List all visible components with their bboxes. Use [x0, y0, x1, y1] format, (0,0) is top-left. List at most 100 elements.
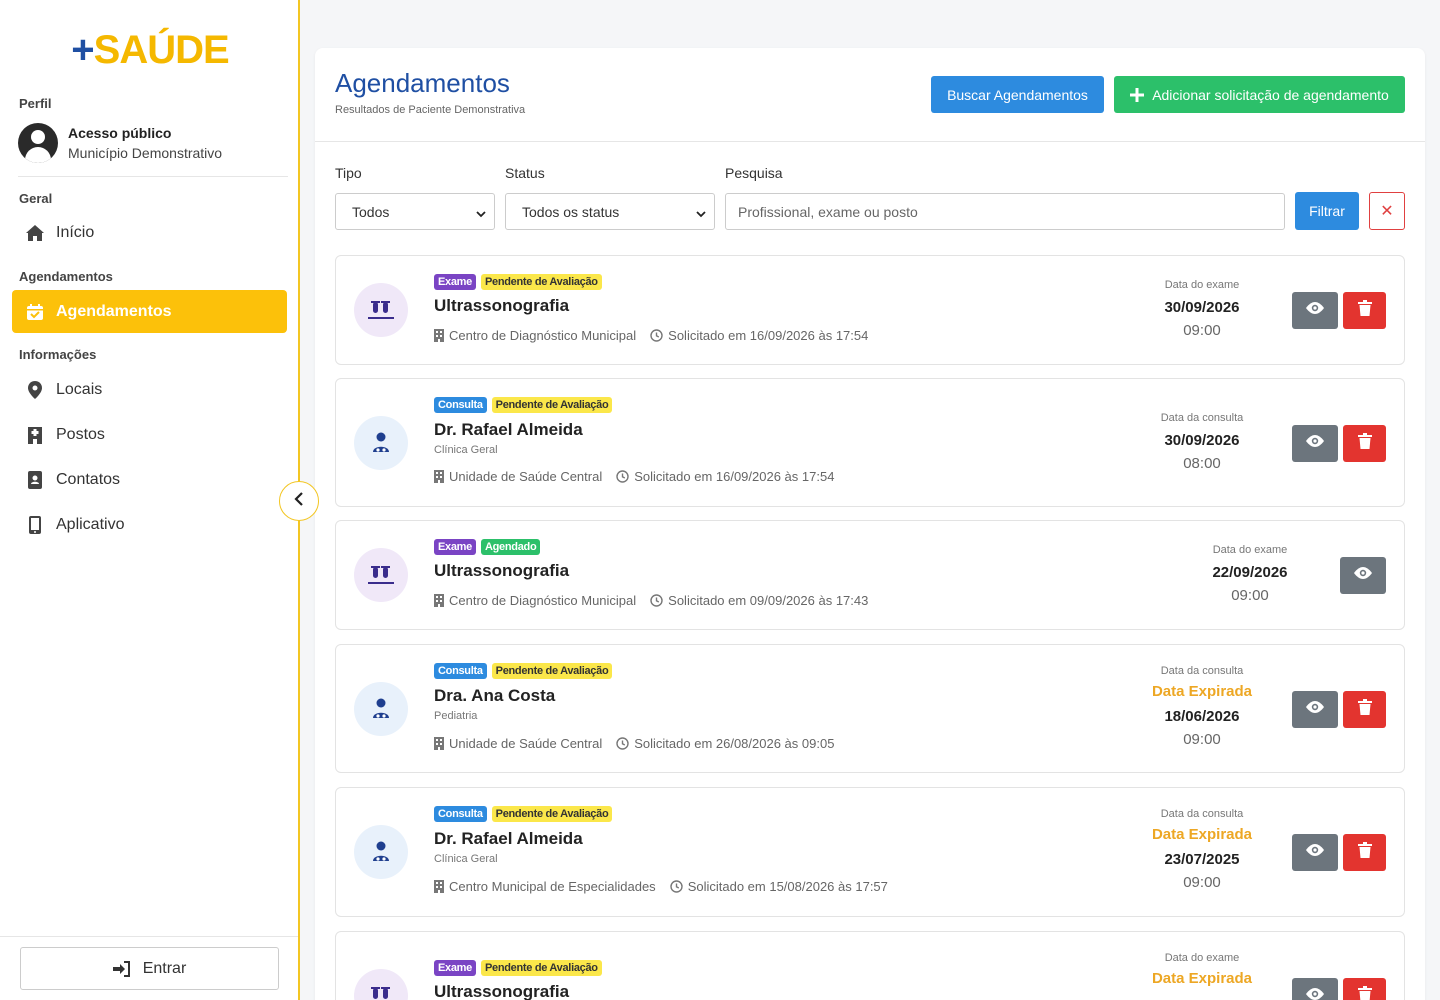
date-label: Data do exame: [1164, 279, 1240, 291]
badges: Exame Agendado: [434, 539, 541, 555]
sidebar-item-contatos[interactable]: Contatos: [12, 458, 287, 501]
appointment-row[interactable]: Consulta Pendente de Avaliação Dr. Rafae…: [335, 787, 1405, 917]
avatar: [18, 123, 58, 163]
type-badge: Consulta: [434, 397, 487, 413]
sidebar-item-inicio[interactable]: Início: [12, 211, 287, 254]
badges: Exame Pendente de Avaliação: [434, 960, 602, 976]
date-label: Data do exame: [1212, 544, 1288, 556]
sidebar-item-label: Agendamentos: [56, 302, 172, 320]
login-button[interactable]: Entrar: [20, 947, 279, 990]
appointment-time: 09:00: [1231, 587, 1269, 604]
appointment-row[interactable]: Exame Pendente de Avaliação Ultrassonogr…: [335, 255, 1405, 365]
eye-icon: [1305, 700, 1325, 719]
trash-icon: [1357, 699, 1372, 720]
appointment-date: 30/09/2026: [1164, 299, 1240, 316]
sign-in-icon: [112, 960, 131, 977]
appointment-requested: Solicitado em 15/08/2026 às 17:57: [687, 879, 888, 894]
clear-filters-button[interactable]: ✕: [1369, 192, 1405, 230]
appointment-time: 09:00: [1183, 874, 1221, 891]
sidebar: +SAÚDE Perfil Acesso público Município D…: [0, 0, 300, 1000]
type-badge: Consulta: [434, 806, 487, 822]
delete-button[interactable]: [1343, 691, 1386, 728]
filter-button[interactable]: Filtrar: [1295, 192, 1359, 230]
appointment-date: 22/09/2026: [1212, 564, 1288, 581]
date-label: Data do exame: [1164, 952, 1240, 964]
page-subtitle: Resultados de Paciente Demonstrativa: [335, 104, 526, 116]
delete-button[interactable]: [1343, 425, 1386, 462]
logo-word: SAÚDE: [93, 28, 230, 72]
appointment-row[interactable]: Consulta Pendente de Avaliação Dr. Rafae…: [335, 378, 1405, 507]
delete-button[interactable]: [1343, 834, 1386, 871]
building-icon: [434, 470, 444, 483]
search-placeholder: Profissional, exame ou posto: [738, 203, 918, 220]
view-button[interactable]: [1292, 425, 1338, 462]
type-badge: Consulta: [434, 663, 487, 679]
status-select[interactable]: Todos os status: [505, 193, 715, 230]
appointment-specialty: Clínica Geral: [434, 853, 498, 865]
building-icon: [434, 737, 444, 750]
appointment-specialty: Clínica Geral: [434, 444, 498, 456]
app-logo[interactable]: +SAÚDE: [0, 28, 300, 73]
expired-label: Data Expirada: [1151, 826, 1253, 843]
appointment-location: Unidade de Saúde Central: [449, 736, 603, 751]
sidebar-divider: [0, 936, 298, 937]
date-label: Data da consulta: [1160, 665, 1244, 677]
status-badge: Pendente de Avaliação: [480, 960, 602, 976]
sidebar-collapse-button[interactable]: [279, 481, 319, 521]
appointment-title: Dr. Rafael Almeida: [434, 420, 583, 439]
appointment-location: Unidade de Saúde Central: [449, 469, 603, 484]
search-appointments-button[interactable]: Buscar Agendamentos: [931, 76, 1104, 113]
trash-icon: [1357, 842, 1372, 863]
profile-section-label: Perfil: [19, 96, 52, 111]
view-button[interactable]: [1340, 557, 1386, 594]
appointment-title: Ultrassonografia: [434, 561, 570, 580]
add-appointment-button[interactable]: Adicionar solicitação de agendamento: [1114, 76, 1405, 113]
hospital-icon: [24, 424, 46, 446]
appointment-title: Dra. Ana Costa: [434, 686, 556, 705]
sidebar-item-label: Início: [56, 223, 95, 241]
view-button[interactable]: [1292, 292, 1338, 329]
date-label: Data da consulta: [1160, 808, 1244, 820]
mobile-phone-icon: [24, 514, 46, 536]
logo-plus: +: [71, 28, 94, 72]
appointment-row[interactable]: Exame Agendado Ultrassonografia Centro d…: [335, 520, 1405, 630]
appointment-meta: Centro de Diagnóstico Municipal Solicita…: [434, 328, 868, 343]
view-button[interactable]: [1292, 834, 1338, 871]
badges: Exame Pendente de Avaliação: [434, 274, 602, 290]
tipo-value: Todos: [352, 203, 390, 220]
view-button[interactable]: [1292, 691, 1338, 728]
test-tubes-icon: [354, 283, 408, 337]
delete-button[interactable]: [1343, 292, 1386, 329]
sidebar-item-agendamentos[interactable]: Agendamentos: [12, 290, 287, 333]
status-label: Status: [505, 165, 545, 181]
search-label: Pesquisa: [725, 165, 783, 181]
plus-icon: [1130, 87, 1145, 102]
appointment-meta: Centro de Diagnóstico Municipal Solicita…: [434, 593, 868, 608]
trash-icon: [1357, 300, 1372, 321]
sidebar-item-label: Aplicativo: [56, 515, 125, 533]
appointment-date: 18/06/2026: [1164, 708, 1240, 725]
view-button[interactable]: [1292, 978, 1338, 1000]
eye-icon: [1305, 434, 1325, 453]
calendar-check-icon: [24, 301, 46, 323]
tipo-select[interactable]: Todos: [335, 193, 495, 230]
date-column: Data do exame Data Expirada: [1132, 952, 1272, 987]
sidebar-item-locais[interactable]: Locais: [12, 368, 287, 411]
main-panel: Agendamentos Resultados de Paciente Demo…: [315, 48, 1425, 1000]
appointment-row[interactable]: Consulta Pendente de Avaliação Dra. Ana …: [335, 644, 1405, 773]
eye-icon: [1305, 987, 1325, 1000]
date-column: Data da consulta Data Expirada 18/06/202…: [1132, 665, 1272, 748]
delete-button[interactable]: [1343, 978, 1386, 1000]
map-pin-icon: [24, 379, 46, 401]
type-badge: Exame: [434, 274, 476, 290]
eye-icon: [1305, 301, 1325, 320]
test-tubes-icon: [354, 548, 408, 602]
badges: Consulta Pendente de Avaliação: [434, 663, 613, 679]
building-icon: [434, 329, 444, 342]
appointment-row[interactable]: Exame Pendente de Avaliação Ultrassonogr…: [335, 931, 1405, 1000]
trash-icon: [1357, 433, 1372, 454]
search-input[interactable]: Profissional, exame ou posto: [725, 193, 1285, 230]
sidebar-item-postos[interactable]: Postos: [12, 413, 287, 456]
sidebar-item-aplicativo[interactable]: Aplicativo: [12, 503, 287, 546]
date-label: Data da consulta: [1160, 412, 1244, 424]
